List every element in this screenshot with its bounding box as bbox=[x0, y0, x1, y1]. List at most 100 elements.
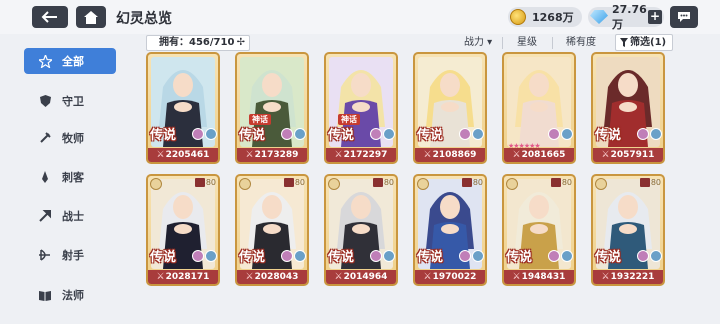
level-tag: 80 bbox=[461, 178, 483, 187]
faction-icon bbox=[459, 128, 471, 140]
power-value: 2173289 bbox=[254, 150, 299, 160]
power-value: 2028043 bbox=[254, 272, 299, 282]
power-icon: ⚔ bbox=[423, 272, 432, 282]
faction-icon bbox=[548, 250, 560, 262]
hero-card[interactable]: 80 传说 ⚔2028043 bbox=[235, 174, 309, 286]
faction-icon bbox=[192, 128, 204, 140]
sidebar-item-warrior[interactable]: 战士 bbox=[24, 203, 116, 229]
top-bar: 幻灵总览 1268万 27.76万 + bbox=[0, 0, 720, 34]
power-value: 1932221 bbox=[610, 272, 655, 282]
level-tag: 80 bbox=[283, 178, 305, 187]
sort-power[interactable]: 战力 ▾ bbox=[464, 36, 492, 50]
level-tag: 80 bbox=[550, 178, 572, 187]
add-gems-button[interactable]: + bbox=[648, 10, 662, 24]
power-bar: ⚔2028043 bbox=[237, 270, 307, 284]
power-value: 2108869 bbox=[432, 150, 477, 160]
hero-card[interactable]: 80 传说 ⚔1948431 bbox=[502, 174, 576, 286]
hero-card[interactable]: 神话 传说 ⚔2172297 bbox=[324, 52, 398, 164]
element-icon bbox=[561, 250, 573, 262]
level-value: 80 bbox=[650, 178, 661, 187]
element-icon bbox=[383, 250, 395, 262]
page-title: 幻灵总览 bbox=[116, 11, 172, 27]
element-icon bbox=[650, 250, 662, 262]
rarity-badge: 传说 bbox=[595, 250, 622, 265]
level-icon bbox=[194, 178, 205, 187]
hero-card[interactable]: 传说 ⚔2205461 bbox=[146, 52, 220, 164]
power-bar: ⚔2028171 bbox=[148, 270, 218, 284]
chat-bubble-icon bbox=[678, 12, 690, 22]
hero-card[interactable]: 传说 ⚔2108869 bbox=[413, 52, 487, 164]
power-value: 2028171 bbox=[165, 272, 210, 282]
element-icon bbox=[294, 250, 306, 262]
faction-icon bbox=[370, 250, 382, 262]
back-button[interactable] bbox=[32, 6, 68, 28]
level-icon bbox=[461, 178, 472, 187]
filter-button[interactable]: 筛选(1) bbox=[615, 34, 673, 51]
hero-card[interactable]: 传说 ⚔2057911 bbox=[591, 52, 665, 164]
element-icon bbox=[383, 128, 395, 140]
power-bar: ⚔1970022 bbox=[415, 270, 485, 284]
element-icon bbox=[205, 128, 217, 140]
sidebar-item-assassin[interactable]: 刺客 bbox=[24, 164, 116, 190]
sidebar-item-all[interactable]: 全部 bbox=[24, 48, 116, 74]
sort-star[interactable]: 星级 bbox=[517, 36, 537, 50]
hero-card[interactable]: ★★★★★★ ⚔2081665 bbox=[502, 52, 576, 164]
level-icon bbox=[639, 178, 650, 187]
power-bar: ⚔2108869 bbox=[415, 148, 485, 162]
faction-icon bbox=[548, 128, 560, 140]
sidebar-item-archer[interactable]: 射手 bbox=[24, 242, 116, 268]
sidebar-item-priest[interactable]: 牧师 bbox=[24, 125, 116, 151]
hero-card[interactable]: 80 传说 ⚔2014964 bbox=[324, 174, 398, 286]
level-value: 80 bbox=[561, 178, 572, 187]
power-value: 2172297 bbox=[343, 150, 388, 160]
level-icon bbox=[550, 178, 561, 187]
power-icon: ⚔ bbox=[512, 150, 521, 160]
home-button[interactable] bbox=[76, 6, 106, 28]
rarity-badge: 传说 bbox=[150, 128, 177, 143]
chat-button[interactable] bbox=[670, 6, 698, 28]
class-icon bbox=[595, 178, 607, 190]
star-icon bbox=[38, 54, 52, 68]
back-arrow-icon bbox=[41, 11, 57, 23]
level-tag: 80 bbox=[372, 178, 394, 187]
hero-card[interactable]: 神话 传说 ⚔2173289 bbox=[235, 52, 309, 164]
divider bbox=[552, 37, 553, 49]
hero-card[interactable]: 80 传说 ⚔1970022 bbox=[413, 174, 487, 286]
gem-counter[interactable]: 27.76万 + bbox=[588, 3, 664, 31]
power-value: 2014964 bbox=[343, 272, 388, 282]
hero-card[interactable]: 80 传说 ⚔2028171 bbox=[146, 174, 220, 286]
class-icon bbox=[328, 178, 340, 190]
power-value: 2205461 bbox=[165, 150, 210, 160]
sort-rarity[interactable]: 稀有度 bbox=[566, 36, 596, 50]
gold-coin-icon bbox=[510, 9, 526, 25]
level-value: 80 bbox=[383, 178, 394, 187]
filter-button-label: 筛选(1) bbox=[630, 37, 667, 48]
power-icon: ⚔ bbox=[601, 150, 610, 160]
level-value: 80 bbox=[472, 178, 483, 187]
rarity-badge: 传说 bbox=[595, 128, 622, 143]
class-sidebar: 全部 守卫 牧师 刺客 战士 射手 法师 bbox=[0, 40, 124, 324]
gold-counter[interactable]: 1268万 bbox=[508, 7, 582, 27]
element-icon bbox=[472, 128, 484, 140]
sidebar-item-label: 战士 bbox=[62, 210, 84, 223]
power-value: 2057911 bbox=[610, 150, 655, 160]
sidebar-item-mage[interactable]: 法师 bbox=[24, 282, 116, 308]
power-bar: ⚔2057911 bbox=[593, 148, 663, 162]
funnel-icon bbox=[620, 38, 628, 47]
rarity-badge: 传说 bbox=[328, 128, 355, 143]
rarity-badge: 传说 bbox=[328, 250, 355, 265]
rarity-badge: 传说 bbox=[506, 250, 533, 265]
class-icon bbox=[239, 178, 251, 190]
home-icon bbox=[84, 10, 98, 24]
rarity-badge: 传说 bbox=[417, 128, 444, 143]
rarity-badge: 传说 bbox=[239, 250, 266, 265]
element-icon bbox=[294, 128, 306, 140]
faction-icon bbox=[281, 128, 293, 140]
class-icon bbox=[417, 178, 429, 190]
hero-card[interactable]: 80 传说 ⚔1932221 bbox=[591, 174, 665, 286]
power-icon: ⚔ bbox=[245, 150, 254, 160]
owned-count[interactable]: 拥有：456/710 ✢ bbox=[146, 35, 250, 51]
sidebar-item-guard[interactable]: 守卫 bbox=[24, 88, 116, 114]
power-icon: ⚔ bbox=[156, 272, 165, 282]
sidebar-item-label: 守卫 bbox=[62, 95, 84, 108]
